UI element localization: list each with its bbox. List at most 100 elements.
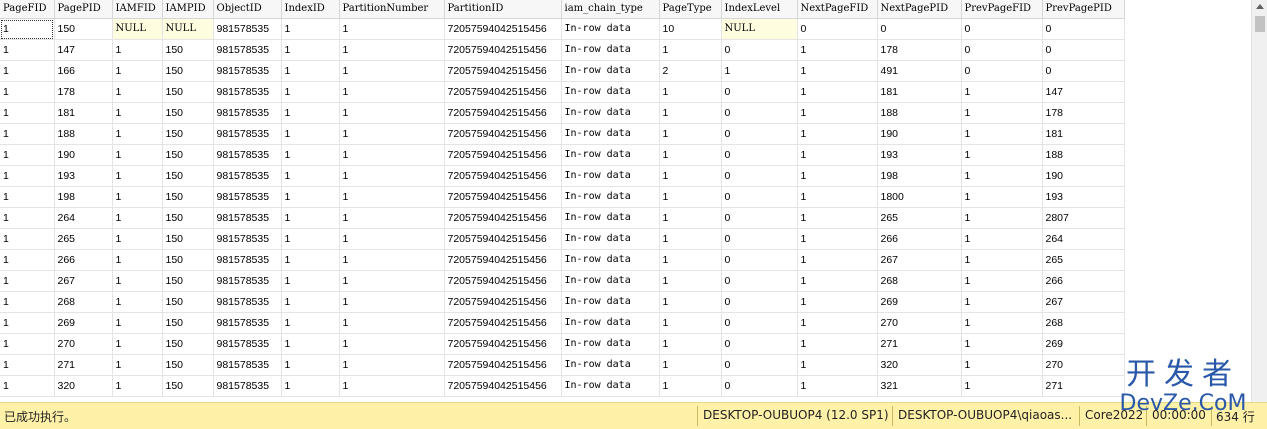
grid-cell[interactable]: 1800: [877, 186, 962, 208]
grid-cell[interactable]: 265: [1042, 249, 1125, 271]
grid-cell[interactable]: 1: [797, 228, 878, 250]
grid-cell[interactable]: 0: [721, 81, 798, 103]
grid-cell[interactable]: 150: [162, 207, 214, 229]
grid-cell[interactable]: 193: [1042, 186, 1125, 208]
grid-cell[interactable]: 1: [961, 144, 1043, 166]
grid-cell[interactable]: 1: [339, 249, 445, 271]
grid-cell[interactable]: In-row data: [561, 60, 660, 82]
grid-cell[interactable]: 150: [162, 123, 214, 145]
grid-cell[interactable]: 1: [112, 186, 163, 208]
grid-cell[interactable]: 0: [721, 291, 798, 313]
grid-cell[interactable]: 1: [659, 123, 722, 145]
grid-cell[interactable]: 190: [1042, 165, 1125, 187]
grid-cell[interactable]: 1: [961, 291, 1043, 313]
grid-cell[interactable]: 1: [112, 102, 163, 124]
grid-cell[interactable]: 1: [797, 144, 878, 166]
grid-cell[interactable]: 1: [659, 312, 722, 334]
grid-cell[interactable]: 0: [721, 312, 798, 334]
grid-cell[interactable]: 72057594042515456: [444, 144, 562, 166]
grid-cell[interactable]: 0: [1042, 60, 1125, 82]
table-row[interactable]: 1 271 1 150 981578535 1 1 72057594042515456 In-r…: [0, 354, 1125, 376]
grid-cell[interactable]: 1: [0, 102, 55, 124]
table-row[interactable]: 1 320 1 150 981578535 1 1 72057594042515456 In-r…: [0, 375, 1125, 397]
grid-cell[interactable]: 150: [54, 18, 113, 40]
grid-cell[interactable]: 981578535: [213, 102, 282, 124]
grid-cell[interactable]: 181: [1042, 123, 1125, 145]
grid-cell[interactable]: 981578535: [213, 60, 282, 82]
grid-cell[interactable]: 72057594042515456: [444, 291, 562, 313]
grid-cell[interactable]: 10: [659, 18, 722, 40]
grid-cell[interactable]: 1: [0, 18, 55, 40]
grid-cell[interactable]: 188: [1042, 144, 1125, 166]
table-row[interactable]: 1 269 1 150 981578535 1 1 72057594042515456 In-r…: [0, 312, 1125, 334]
vertical-scrollbar[interactable]: [1251, 0, 1267, 402]
grid-cell[interactable]: 1: [339, 375, 445, 397]
grid-cell[interactable]: 0: [961, 39, 1043, 61]
grid-cell[interactable]: 981578535: [213, 39, 282, 61]
grid-cell[interactable]: 1: [339, 144, 445, 166]
grid-cell[interactable]: 1: [112, 123, 163, 145]
grid-cell[interactable]: 198: [877, 165, 962, 187]
table-row[interactable]: 1 147 1 150 981578535 1 1 72057594042515456 In-r…: [0, 39, 1125, 61]
grid-cell[interactable]: 1: [112, 165, 163, 187]
grid-cell[interactable]: 150: [162, 39, 214, 61]
grid-cell[interactable]: 1: [281, 207, 340, 229]
grid-cell[interactable]: 1: [281, 123, 340, 145]
grid-cell[interactable]: 1: [339, 123, 445, 145]
grid-cell[interactable]: 1: [281, 18, 340, 40]
column-header-iam-chain-type[interactable]: iam_chain_type: [561, 0, 660, 19]
grid-cell[interactable]: In-row data: [561, 312, 660, 334]
grid-cell[interactable]: 0: [721, 375, 798, 397]
grid-cell[interactable]: 150: [162, 165, 214, 187]
grid-cell[interactable]: 150: [162, 270, 214, 292]
grid-cell[interactable]: 981578535: [213, 81, 282, 103]
grid-cell[interactable]: 264: [54, 207, 113, 229]
grid-cell[interactable]: 1: [659, 375, 722, 397]
grid-cell[interactable]: 72057594042515456: [444, 354, 562, 376]
grid-cell[interactable]: 1: [281, 249, 340, 271]
grid-cell[interactable]: 72057594042515456: [444, 123, 562, 145]
grid-cell[interactable]: 1: [339, 291, 445, 313]
grid-cell[interactable]: 1: [0, 207, 55, 229]
grid-cell[interactable]: 193: [877, 144, 962, 166]
table-row[interactable]: 1 270 1 150 981578535 1 1 72057594042515456 In-r…: [0, 333, 1125, 355]
table-row[interactable]: 1 193 1 150 981578535 1 1 72057594042515456 In-r…: [0, 165, 1125, 187]
grid-cell[interactable]: 1: [281, 291, 340, 313]
grid-cell[interactable]: 1: [961, 249, 1043, 271]
column-header-partitionid[interactable]: PartitionID: [444, 0, 562, 19]
grid-cell[interactable]: 320: [54, 375, 113, 397]
grid-cell[interactable]: 1: [339, 39, 445, 61]
grid-cell[interactable]: 72057594042515456: [444, 186, 562, 208]
grid-cell[interactable]: 1: [339, 333, 445, 355]
grid-cell[interactable]: 267: [1042, 291, 1125, 313]
grid-cell[interactable]: 1: [112, 333, 163, 355]
grid-cell[interactable]: 1: [112, 270, 163, 292]
grid-cell[interactable]: In-row data: [561, 123, 660, 145]
grid-cell[interactable]: In-row data: [561, 81, 660, 103]
grid-cell[interactable]: 2807: [1042, 207, 1125, 229]
grid-cell[interactable]: 72057594042515456: [444, 60, 562, 82]
grid-cell[interactable]: 266: [1042, 270, 1125, 292]
column-header-pagefid[interactable]: PageFID: [0, 0, 55, 19]
grid-cell[interactable]: 981578535: [213, 333, 282, 355]
grid-cell[interactable]: 0: [721, 123, 798, 145]
grid-cell[interactable]: 1: [339, 81, 445, 103]
table-row[interactable]: 1 268 1 150 981578535 1 1 72057594042515456 In-r…: [0, 291, 1125, 313]
grid-cell[interactable]: 1: [281, 354, 340, 376]
grid-cell[interactable]: 1: [112, 144, 163, 166]
grid-cell[interactable]: 188: [54, 123, 113, 145]
grid-cell[interactable]: 0: [721, 333, 798, 355]
grid-cell[interactable]: In-row data: [561, 102, 660, 124]
table-row[interactable]: 1 190 1 150 981578535 1 1 72057594042515456 In-r…: [0, 144, 1125, 166]
grid-cell[interactable]: 1: [0, 291, 55, 313]
grid-cell[interactable]: 1: [961, 123, 1043, 145]
grid-cell[interactable]: 1: [339, 186, 445, 208]
grid-cell[interactable]: 1: [797, 249, 878, 271]
grid-cell[interactable]: 1: [281, 333, 340, 355]
grid-cell[interactable]: 1: [0, 144, 55, 166]
table-row[interactable]: 1 178 1 150 981578535 1 1 72057594042515456 In-r…: [0, 81, 1125, 103]
grid-cell[interactable]: 1: [659, 228, 722, 250]
grid-cell[interactable]: 1: [0, 312, 55, 334]
grid-cell[interactable]: 181: [54, 102, 113, 124]
grid-cell[interactable]: 1: [0, 249, 55, 271]
